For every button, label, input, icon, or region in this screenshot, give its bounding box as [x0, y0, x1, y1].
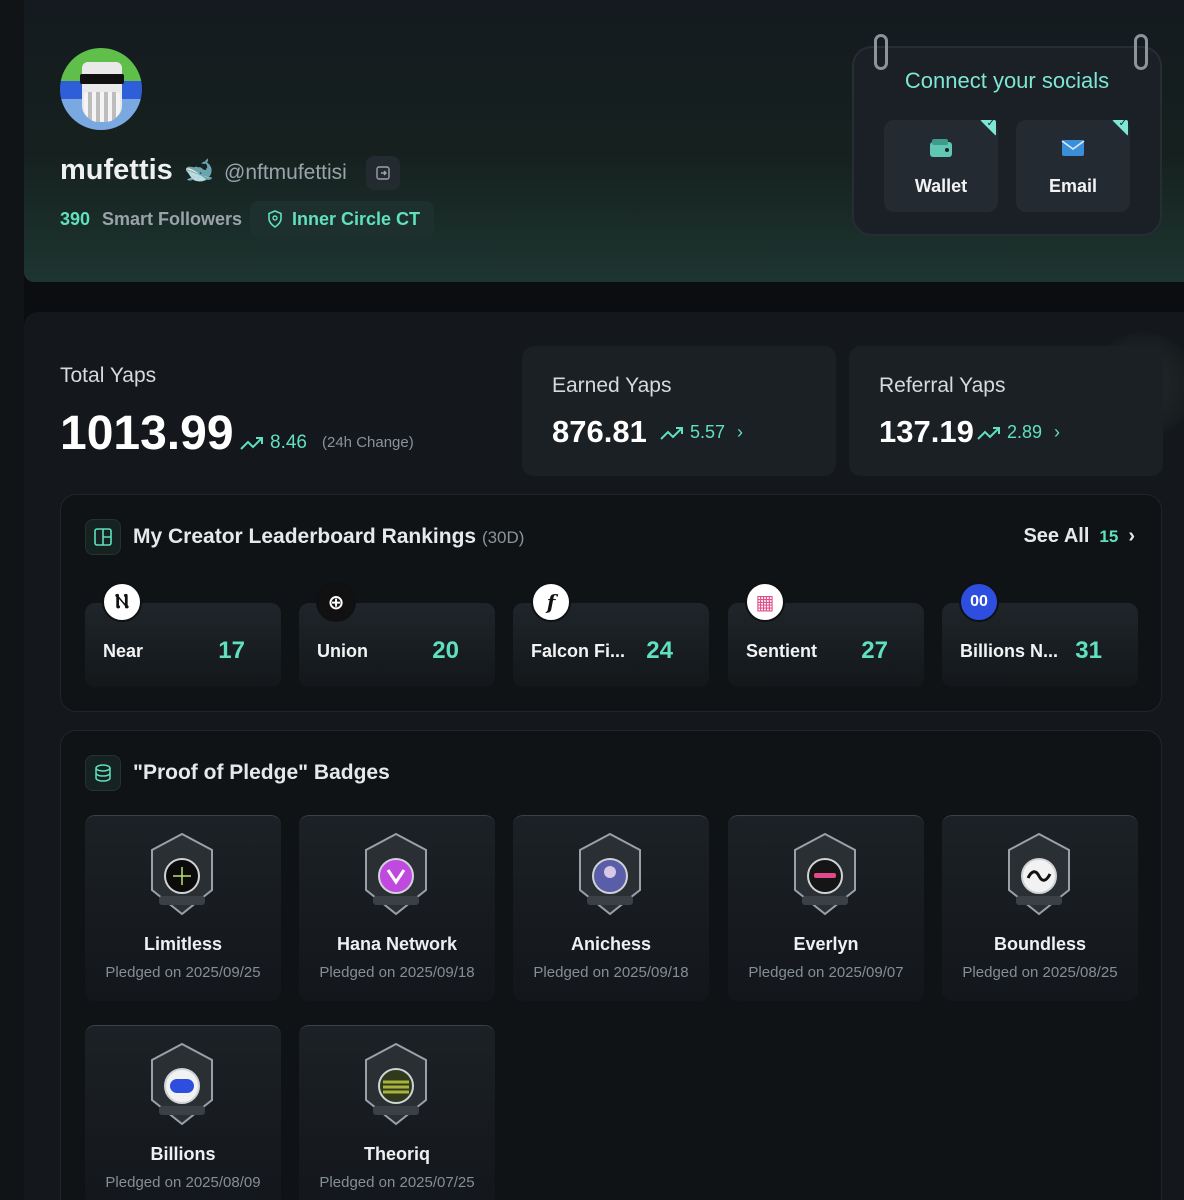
email-button[interactable]: Email [1016, 120, 1130, 212]
total-yaps-label: Total Yaps [60, 364, 157, 387]
earned-yaps-card[interactable]: Earned Yaps 876.81 5.57 › [522, 346, 836, 476]
rank-name: Sentient [746, 641, 818, 661]
near-logo-icon: Ⲛ [102, 582, 142, 622]
connect-socials-title: Connect your socials [904, 68, 1110, 93]
envelope-icon [1061, 140, 1085, 156]
inner-circle-label: Inner Circle CT [292, 208, 421, 229]
pledge-badge-icon [794, 832, 856, 916]
binder-ring-left [874, 34, 888, 70]
logout-button[interactable] [366, 156, 400, 190]
email-label: Email [1048, 176, 1098, 196]
total-change-value: 8.46 [270, 432, 307, 453]
badge-name: Billions [150, 1144, 216, 1164]
smart-followers-count: 390 [60, 209, 91, 229]
shield-icon [268, 210, 282, 228]
check-icon [980, 120, 996, 136]
badge-name: Anichess [570, 934, 652, 954]
trend-up-icon [660, 426, 683, 440]
badge-date: Pledged on 2025/09/07 [748, 964, 904, 981]
logout-icon [376, 166, 390, 180]
earned-yaps-change: 5.57 › [660, 422, 743, 443]
rank-value: 20 [432, 637, 459, 664]
total-yaps-change: 8.46 [240, 432, 307, 454]
wallet-label: Wallet [914, 176, 968, 196]
chevron-right-icon: › [1128, 525, 1135, 547]
badge-name: Hana Network [336, 934, 458, 954]
pledge-badge-icon [365, 832, 427, 916]
earned-yaps-value: 876.81 [552, 414, 647, 449]
see-all-button[interactable]: See All 15 › [1023, 525, 1135, 548]
rank-value: 24 [646, 637, 673, 664]
see-all-label: See All [1023, 525, 1090, 547]
rank-value: 31 [1075, 637, 1102, 664]
wallet-icon [930, 139, 952, 157]
avatar[interactable] [60, 48, 142, 130]
pledge-badge-icon [151, 1042, 213, 1126]
badge-card[interactable]: Limitless Pledged on 2025/09/25 [85, 815, 281, 1001]
check-icon [1112, 120, 1128, 136]
trend-up-icon [977, 426, 1000, 440]
chevron-right-icon: › [737, 422, 744, 442]
username: mufettis [60, 154, 173, 186]
referral-yaps-card[interactable]: Referral Yaps 137.19 2.89 › [849, 346, 1163, 476]
total-yaps-value: 1013.99 [60, 407, 234, 460]
pledge-badge-icon [365, 1042, 427, 1126]
badge-date: Pledged on 2025/08/25 [962, 964, 1118, 981]
sidebar-strip [0, 0, 24, 1200]
rank-name: Billions N... [960, 641, 1059, 661]
rank-name: Near [103, 641, 144, 661]
rank-value: 17 [218, 637, 245, 664]
badge-card[interactable]: Boundless Pledged on 2025/08/25 [942, 815, 1138, 1001]
badge-date: Pledged on 2025/09/18 [319, 964, 475, 981]
rank-value: 27 [861, 637, 888, 664]
leaderboard-title: My Creator Leaderboard Rankings (30D) [133, 525, 524, 549]
badge-card[interactable]: Theoriq Pledged on 2025/07/25 [299, 1025, 495, 1200]
referral-yaps-change: 2.89 › [977, 422, 1060, 443]
leaderboard-title-text: My Creator Leaderboard Rankings [133, 525, 477, 548]
pledge-badges-section: "Proof of Pledge" Badges Limitless Pledg… [60, 730, 1162, 1200]
rank-name: Falcon Fi... [531, 641, 626, 661]
chevron-right-icon: › [1054, 422, 1061, 442]
earned-yaps-label: Earned Yaps [552, 374, 672, 397]
badge-name: Everlyn [793, 934, 859, 954]
badge-card[interactable]: Hana Network Pledged on 2025/09/18 [299, 815, 495, 1001]
falcon-logo-icon: f [531, 582, 571, 622]
earned-change-value: 5.57 [690, 422, 726, 442]
badge-name: Boundless [993, 934, 1086, 954]
layout-grid-icon [85, 519, 121, 555]
referral-yaps-value: 137.19 [879, 414, 974, 449]
badge-card[interactable]: Everlyn Pledged on 2025/09/07 [728, 815, 924, 1001]
connect-socials-card: Connect your socials Wallet Email [852, 34, 1162, 236]
referral-yaps-label: Referral Yaps [879, 374, 1006, 397]
pledge-badge-icon [1008, 832, 1070, 916]
leaderboard-period: (30D) [481, 528, 525, 547]
badge-card[interactable]: Billions Pledged on 2025/08/09 [85, 1025, 281, 1200]
database-icon [85, 755, 121, 791]
trend-up-icon [240, 437, 263, 450]
badge-date: Pledged on 2025/09/18 [533, 964, 689, 981]
badge-name: Limitless [143, 934, 223, 954]
inner-circle-badge[interactable]: Inner Circle CT [250, 201, 435, 237]
see-all-count: 15 [1099, 526, 1119, 546]
badge-card[interactable]: Anichess Pledged on 2025/09/18 [513, 815, 709, 1001]
change-period-note: (24h Change) [322, 434, 414, 451]
rank-name: Union [317, 641, 368, 661]
badge-date: Pledged on 2025/07/25 [319, 1174, 475, 1191]
binder-ring-right [1134, 34, 1148, 70]
pledge-badge-icon [579, 832, 641, 916]
smart-followers-label: Smart Followers [102, 209, 243, 229]
whale-emoji: 🐋 [184, 157, 214, 184]
pledge-title: "Proof of Pledge" Badges [133, 761, 390, 784]
badge-name: Theoriq [364, 1144, 430, 1164]
pledge-badge-icon [151, 832, 213, 916]
wallet-button[interactable]: Wallet [884, 120, 998, 212]
sentient-logo-icon: ▦ [745, 582, 785, 622]
user-handle[interactable]: @nftmufettisi [224, 161, 347, 185]
union-logo-icon: ⊕ [316, 582, 356, 622]
referral-change-value: 2.89 [1007, 422, 1043, 442]
billions-logo-icon: 00 [959, 582, 999, 622]
badge-date: Pledged on 2025/09/25 [105, 964, 261, 981]
badge-date: Pledged on 2025/08/09 [105, 1174, 261, 1191]
